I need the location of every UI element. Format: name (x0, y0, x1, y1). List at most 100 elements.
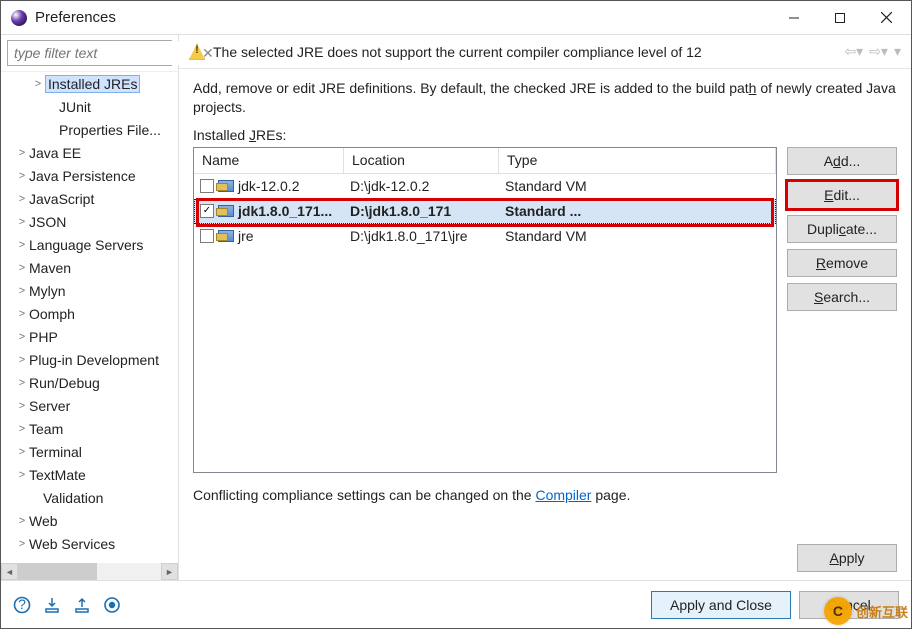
tree-node[interactable]: >PHP (1, 325, 178, 348)
jre-location: D:\jdk1.8.0_171\jre (344, 228, 499, 244)
tree-node[interactable]: >Terminal (1, 440, 178, 463)
apply-button[interactable]: Apply (797, 544, 897, 572)
expander-icon[interactable]: > (15, 239, 29, 251)
tree-node[interactable]: Validation (1, 486, 178, 509)
tree-node[interactable]: >Server (1, 394, 178, 417)
tree-node-label: Properties File... (59, 122, 161, 138)
jre-icon (218, 230, 234, 242)
tree-node[interactable]: >Team (1, 417, 178, 440)
tree-node[interactable]: >Run/Debug (1, 371, 178, 394)
jre-type: Standard ... (499, 203, 776, 219)
edit-button[interactable]: Edit... (787, 181, 897, 209)
duplicate-button[interactable]: Duplicate... (787, 215, 897, 243)
record-icon[interactable] (103, 596, 121, 614)
expander-icon[interactable]: > (15, 262, 29, 274)
tree-node-label: Server (29, 398, 70, 414)
expander-icon[interactable]: > (15, 308, 29, 320)
conflict-note: Conflicting compliance settings can be c… (193, 487, 897, 503)
table-row[interactable]: ✓ jdk1.8.0_171... D:\jdk1.8.0_171Standard … (194, 199, 776, 224)
expander-icon[interactable]: > (15, 331, 29, 343)
import-icon[interactable] (43, 596, 61, 614)
export-icon[interactable] (73, 596, 91, 614)
preferences-tree[interactable]: >Installed JREsJUnitProperties File...>J… (1, 72, 178, 580)
tree-node[interactable]: Properties File... (1, 118, 178, 141)
tree-node-label: Language Servers (29, 237, 143, 253)
col-type[interactable]: Type (499, 148, 776, 173)
warning-icon (189, 44, 205, 60)
expander-icon[interactable]: > (15, 285, 29, 297)
expander-icon[interactable]: > (15, 354, 29, 366)
search-button[interactable]: Search... (787, 283, 897, 311)
jre-icon (218, 180, 234, 192)
remove-button[interactable]: Remove (787, 249, 897, 277)
tree-node[interactable]: JUnit (1, 95, 178, 118)
checkbox[interactable]: ✓ (200, 204, 214, 218)
jre-name: jre (238, 228, 254, 244)
tree-node[interactable]: >TextMate (1, 463, 178, 486)
checkbox[interactable] (200, 179, 214, 193)
titlebar: Preferences (1, 1, 911, 35)
tree-node[interactable]: >Java EE (1, 141, 178, 164)
tree-node[interactable]: >Installed JREs (1, 72, 178, 95)
col-location[interactable]: Location (344, 148, 499, 173)
page-description: Add, remove or edit JRE definitions. By … (193, 79, 897, 117)
expander-icon[interactable]: > (15, 400, 29, 412)
tree-node-label: Java Persistence (29, 168, 136, 184)
tree-node-label: Oomph (29, 306, 75, 322)
expander-icon[interactable]: > (15, 170, 29, 182)
help-icon[interactable]: ? (13, 596, 31, 614)
expander-icon[interactable]: > (15, 446, 29, 458)
app-icon (11, 10, 27, 26)
jre-name: jdk1.8.0_171... (238, 203, 332, 219)
horizontal-scrollbar[interactable]: ◄ ► (1, 563, 178, 580)
tree-node-label: Plug-in Development (29, 352, 159, 368)
preferences-sidebar: ✕ >Installed JREsJUnitProperties File...… (1, 35, 179, 580)
expander-icon[interactable]: > (15, 469, 29, 481)
expander-icon[interactable]: > (15, 538, 29, 550)
nav-back-icon[interactable]: ⇦▾ (844, 43, 863, 60)
expander-icon[interactable]: > (31, 78, 45, 90)
tree-node[interactable]: >Java Persistence (1, 164, 178, 187)
nav-forward-icon[interactable]: ⇨▾ (869, 43, 888, 60)
expander-icon[interactable]: > (15, 377, 29, 389)
cancel-button[interactable]: Cancel (799, 591, 899, 619)
svg-text:?: ? (18, 596, 26, 612)
expander-icon[interactable]: > (15, 515, 29, 527)
tree-node-label: PHP (29, 329, 58, 345)
tree-node[interactable]: >Oomph (1, 302, 178, 325)
filter-input[interactable] (8, 41, 202, 65)
jre-location: D:\jdk1.8.0_171 (344, 203, 499, 219)
expander-icon[interactable]: > (15, 423, 29, 435)
apply-and-close-button[interactable]: Apply and Close (651, 591, 791, 619)
minimize-button[interactable] (771, 2, 817, 34)
installed-jres-label: Installed JREs: (193, 127, 897, 143)
expander-icon[interactable]: > (15, 147, 29, 159)
tree-node[interactable]: >Plug-in Development (1, 348, 178, 371)
add-button[interactable]: Add... (787, 147, 897, 175)
tree-node[interactable]: >Web Services (1, 532, 178, 555)
col-name[interactable]: Name (194, 148, 344, 173)
table-row[interactable]: jdk-12.0.2D:\jdk-12.0.2Standard VM (194, 174, 776, 199)
tree-node-label: Installed JREs (45, 75, 140, 93)
compiler-link[interactable]: Compiler (535, 487, 591, 503)
tree-node-label: Team (29, 421, 63, 437)
tree-node-label: Web (29, 513, 58, 529)
close-button[interactable] (863, 2, 909, 34)
tree-node-label: Validation (43, 490, 103, 506)
tree-node-label: Web Services (29, 536, 115, 552)
tree-node[interactable]: >Mylyn (1, 279, 178, 302)
expander-icon[interactable]: > (15, 193, 29, 205)
tree-node[interactable]: >Language Servers (1, 233, 178, 256)
tree-node-label: JUnit (59, 99, 91, 115)
nav-menu-icon[interactable]: ▾ (894, 43, 901, 60)
tree-node[interactable]: >JavaScript (1, 187, 178, 210)
tree-node[interactable]: >Maven (1, 256, 178, 279)
jre-table[interactable]: Name Location Type jdk-12.0.2D:\jdk-12.0… (193, 147, 777, 473)
main-panel: The selected JRE does not support the cu… (179, 35, 911, 580)
checkbox[interactable] (200, 229, 214, 243)
tree-node[interactable]: >Web (1, 509, 178, 532)
maximize-button[interactable] (817, 2, 863, 34)
tree-node[interactable]: >JSON (1, 210, 178, 233)
table-row[interactable]: jreD:\jdk1.8.0_171\jreStandard VM (194, 224, 776, 249)
expander-icon[interactable]: > (15, 216, 29, 228)
